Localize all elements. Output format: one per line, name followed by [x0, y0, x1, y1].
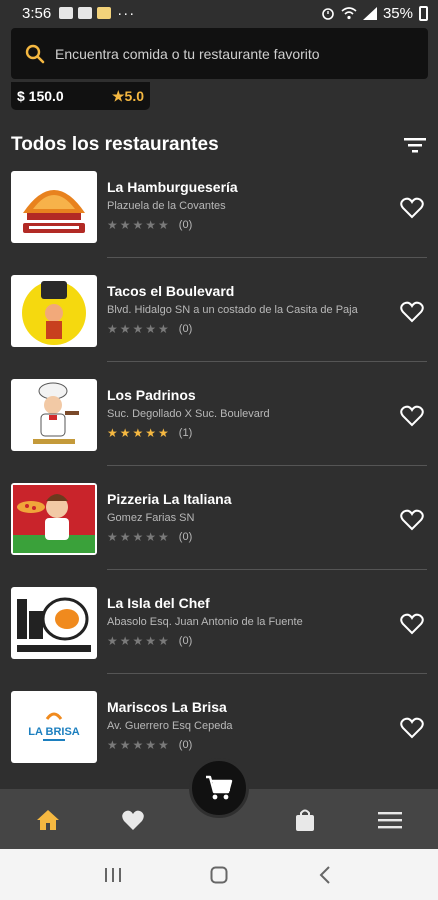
status-time: 3:56: [22, 4, 52, 22]
home-button-icon[interactable]: [207, 863, 231, 887]
restaurant-row[interactable]: La Hamburguesería Plazuela de la Covante…: [0, 166, 438, 270]
rating-count: (0): [178, 323, 193, 335]
rating-count: (0): [178, 219, 193, 231]
section-title: Todos los restaurantes: [11, 134, 219, 155]
restaurant-address: Suc. Degollado X Suc. Boulevard: [107, 408, 270, 420]
brisa-logo: LA BRISA: [11, 691, 97, 763]
pizza-logo: [11, 483, 97, 555]
rating-count: (0): [178, 531, 193, 543]
cart-button[interactable]: [189, 758, 249, 818]
favorite-heart-icon[interactable]: [398, 194, 426, 222]
rating-stars: ★★★★★: [107, 738, 171, 752]
search-input[interactable]: Encuentra comida o tu restaurante favori…: [55, 46, 320, 62]
restaurant-address: Plazuela de la Covantes: [107, 200, 226, 212]
favorite-heart-icon[interactable]: [398, 610, 426, 638]
battery-percent: 35%: [382, 4, 413, 22]
rating-stars: ★★★★★: [107, 426, 171, 440]
restaurant-info: La Hamburguesería Plazuela de la Covante…: [107, 179, 392, 232]
search-icon: [25, 44, 45, 63]
menu-icon[interactable]: [377, 807, 403, 833]
filter-icon[interactable]: [402, 132, 428, 158]
signal-icon: [362, 6, 377, 20]
gallery-icon: [59, 7, 74, 19]
rating-count: (0): [178, 739, 193, 751]
rating-stars: ★★★★★: [107, 530, 171, 544]
row-divider: [107, 257, 427, 258]
chef-logo: [11, 379, 97, 451]
cart-icon: [206, 775, 233, 800]
favorite-heart-icon[interactable]: [398, 298, 426, 326]
favorite-heart-icon[interactable]: [398, 714, 426, 742]
restaurant-name: Los Padrinos: [107, 387, 196, 403]
burger-logo: [11, 171, 97, 243]
restaurant-rating: ★★★★★ (1): [107, 426, 392, 440]
section-header: Todos los restaurantes: [11, 128, 428, 162]
restaurant-address: Av. Guerrero Esq Cepeda: [107, 720, 233, 732]
row-divider: [107, 673, 427, 674]
restaurant-name: La Hamburguesería: [107, 179, 238, 195]
promo-rating: ★5.0: [111, 87, 144, 104]
restaurant-name: Mariscos La Brisa: [107, 699, 227, 715]
system-nav-bar: [0, 849, 438, 900]
screen-icon: [78, 7, 93, 19]
row-divider: [107, 361, 427, 362]
row-divider: [107, 465, 427, 466]
notification-icons: [59, 7, 112, 19]
restaurant-name: Pizzeria La Italiana: [107, 491, 232, 507]
rating-stars: ★★★★★: [107, 322, 171, 336]
status-bar: 3:56 ··· 35%: [0, 0, 438, 26]
brisa-logo-text: LA BRISA: [28, 726, 80, 738]
restaurant-rating: ★★★★★ (0): [107, 322, 392, 336]
restaurant-info: La Isla del Chef Abasolo Esq. Juan Anton…: [107, 595, 392, 648]
restaurant-address: Blvd. Hidalgo SN a un costado de la Casi…: [107, 304, 358, 316]
favorite-heart-icon[interactable]: [398, 402, 426, 430]
restaurant-name: Tacos el Boulevard: [107, 283, 235, 299]
restaurant-info: Los Padrinos Suc. Degollado X Suc. Boule…: [107, 387, 392, 440]
restaurant-info: Tacos el Boulevard Blvd. Hidalgo SN a un…: [107, 283, 392, 336]
restaurant-row[interactable]: Pizzeria La Italiana Gomez Farias SN ★★★…: [0, 478, 438, 582]
wifi-icon: [341, 6, 357, 19]
promo-card[interactable]: $ 150.0 ★5.0: [11, 82, 150, 110]
rating-stars: ★★★★★: [107, 634, 171, 648]
rating-count: (1): [178, 427, 193, 439]
favorites-heart-icon[interactable]: [120, 807, 146, 833]
restaurant-row[interactable]: Los Padrinos Suc. Degollado X Suc. Boule…: [0, 374, 438, 478]
taco-logo: [11, 275, 97, 347]
restaurant-info: Pizzeria La Italiana Gomez Farias SN ★★★…: [107, 491, 392, 544]
more-notifications: ···: [117, 4, 136, 22]
recent-apps-icon[interactable]: [101, 863, 125, 887]
restaurant-rating: ★★★★★ (0): [107, 530, 392, 544]
battery-icon: [419, 5, 428, 21]
restaurant-rating: ★★★★★ (0): [107, 634, 392, 648]
restaurant-address: Abasolo Esq. Juan Antonio de la Fuente: [107, 616, 303, 628]
rating-stars: ★★★★★: [107, 218, 171, 232]
row-divider: [107, 569, 427, 570]
bag-icon[interactable]: [292, 807, 318, 833]
restaurant-row[interactable]: Tacos el Boulevard Blvd. Hidalgo SN a un…: [0, 270, 438, 374]
promo-price: $ 150.0: [17, 88, 64, 104]
restaurant-rating: ★★★★★ (0): [107, 738, 392, 752]
search-bar[interactable]: Encuentra comida o tu restaurante favori…: [11, 28, 428, 79]
restaurant-list: La Hamburguesería Plazuela de la Covante…: [0, 166, 438, 790]
restaurant-address: Gomez Farias SN: [107, 512, 195, 524]
isla-logo: [11, 587, 97, 659]
alarm-icon: [322, 8, 334, 20]
restaurant-row[interactable]: La Isla del Chef Abasolo Esq. Juan Anton…: [0, 582, 438, 686]
restaurant-rating: ★★★★★ (0): [107, 218, 392, 232]
back-icon[interactable]: [313, 863, 337, 887]
rating-count: (0): [178, 635, 193, 647]
restaurant-name: La Isla del Chef: [107, 595, 210, 611]
note-icon: [97, 7, 112, 19]
home-icon[interactable]: [35, 807, 61, 833]
restaurant-info: Mariscos La Brisa Av. Guerrero Esq Ceped…: [107, 699, 392, 752]
favorite-heart-icon[interactable]: [398, 506, 426, 534]
